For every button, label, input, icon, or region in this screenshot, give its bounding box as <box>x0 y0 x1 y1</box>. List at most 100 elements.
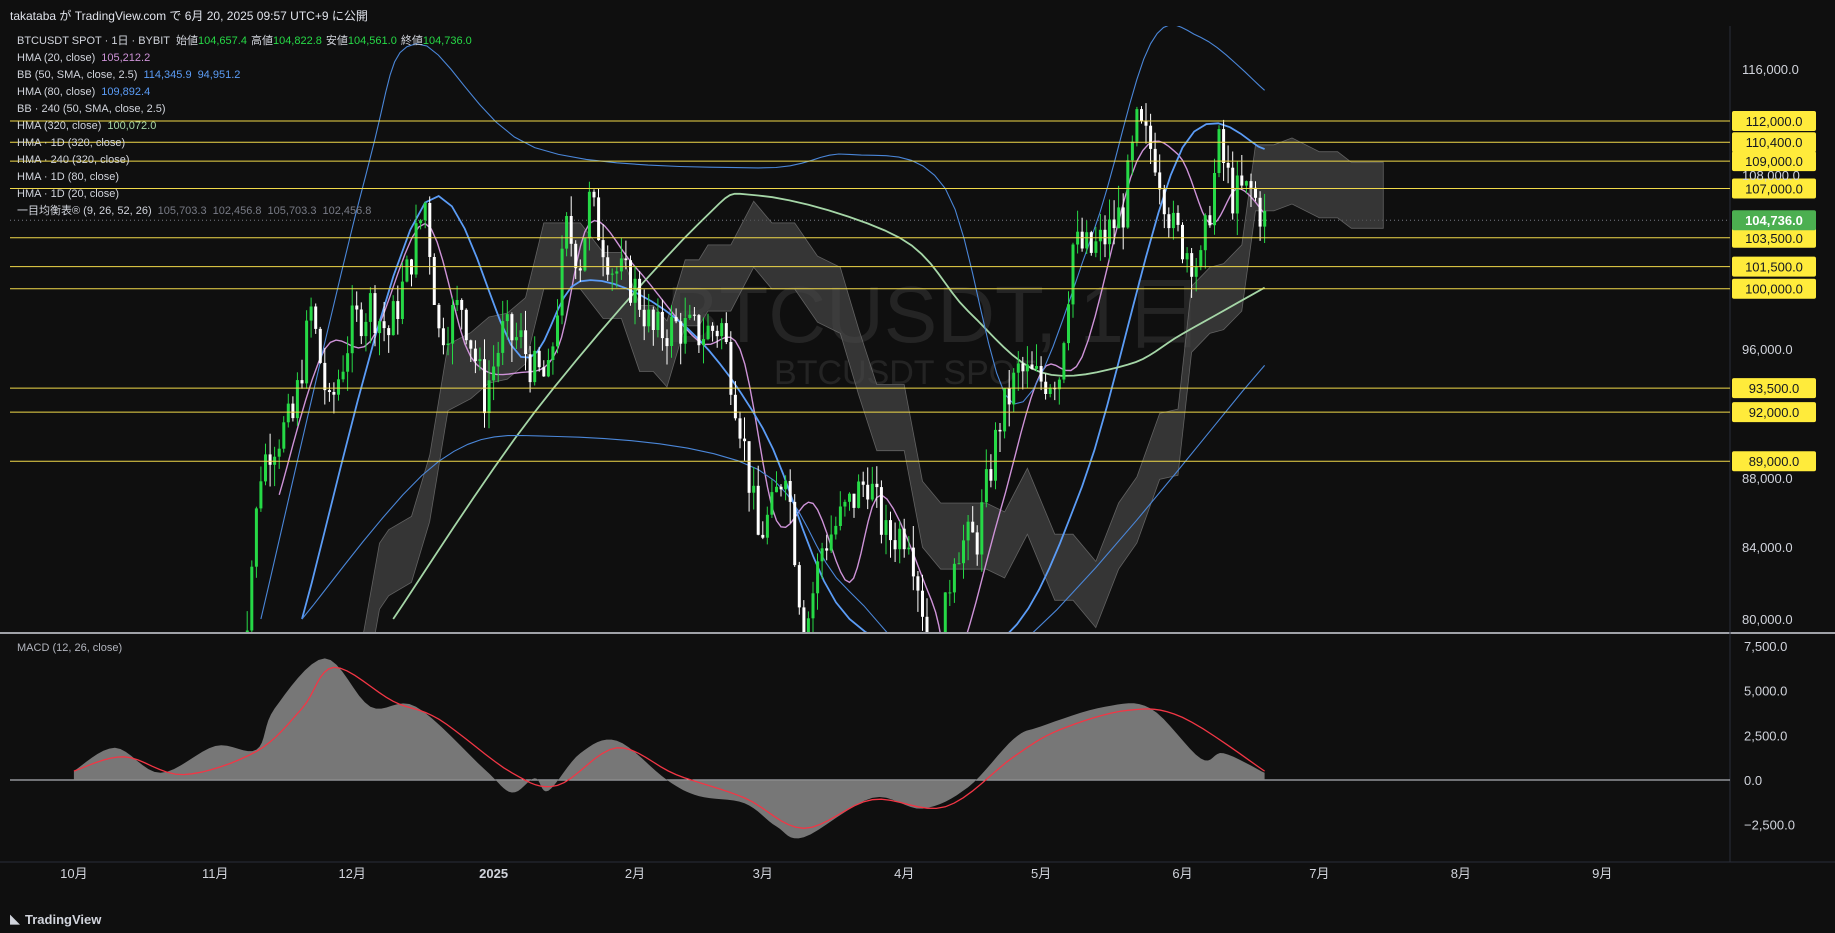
candle-body <box>1213 173 1216 226</box>
candle-body <box>743 438 747 442</box>
candle-body <box>368 293 372 322</box>
candle-body <box>1194 267 1198 277</box>
candle-body <box>902 528 906 550</box>
time-tick[interactable]: 12月 <box>338 866 365 881</box>
candle-body <box>1167 214 1171 229</box>
level-price-text: 101,500.0 <box>1745 260 1803 275</box>
chart-canvas[interactable]: BTCUSDT, 1日 BTCUSDT SPOT 112,000.0110,40… <box>0 0 1835 933</box>
candle-body <box>706 325 710 340</box>
candle-body <box>1140 109 1143 121</box>
candle-body <box>542 367 546 377</box>
candle-body <box>460 300 464 310</box>
legend-symbol: BTCUSDT SPOT · 1日 · BYBIT <box>17 35 170 47</box>
candle-body <box>250 566 254 631</box>
candle-body <box>660 311 664 339</box>
candle-body <box>259 481 263 509</box>
candle-body <box>670 316 674 346</box>
candle-body <box>738 418 742 439</box>
time-tick[interactable]: 3月 <box>753 866 773 881</box>
candle-body <box>1171 212 1175 229</box>
candle-body <box>1121 207 1125 228</box>
candle-body <box>884 520 888 535</box>
candle-body <box>1185 253 1189 260</box>
macd-pane: 7,500.0 5,000.0 2,500.0 0.0 −2,500.0 <box>73 639 1795 839</box>
macd-tick: 7,500.0 <box>1744 639 1787 654</box>
price-tick: 96,000.0 <box>1742 342 1793 357</box>
candle-body <box>1016 363 1020 373</box>
candle-body <box>533 350 537 383</box>
candle-body <box>1181 224 1184 260</box>
candle-body <box>674 316 678 322</box>
candle-body <box>487 380 491 413</box>
candle-body <box>551 346 555 360</box>
candle-body <box>245 630 249 632</box>
candle-body <box>1130 141 1134 161</box>
candle-body <box>1158 172 1162 190</box>
candle-body <box>1126 160 1130 228</box>
level-price-text: 100,000.0 <box>1745 282 1803 297</box>
time-tick[interactable]: 6月 <box>1172 866 1192 881</box>
candle-body <box>432 257 436 305</box>
candle-body <box>587 191 591 239</box>
candle-body <box>638 278 642 310</box>
legend-ohlc-label: 安値 <box>326 33 348 47</box>
candle-body <box>519 330 523 337</box>
indicator-legend: BTCUSDT SPOT · 1日 · BYBIT 始値104,657.4 高値10… <box>17 33 472 217</box>
candle-body <box>875 483 879 488</box>
legend-indicator-row: BB · 240 (50, SMA, close, 2.5) <box>17 103 166 115</box>
candle-body <box>1103 229 1107 245</box>
legend-indicator-name: HMA · 1D (20, close) <box>17 188 119 200</box>
time-tick[interactable]: 2025 <box>479 866 508 881</box>
candle-body <box>834 525 838 535</box>
candle-body <box>642 309 646 327</box>
candle-body <box>733 394 737 419</box>
candle-body <box>952 563 956 593</box>
candle-body <box>820 548 824 562</box>
candle-body <box>505 314 509 322</box>
candle-body <box>1094 241 1098 253</box>
candle-body <box>546 360 550 377</box>
candle-body <box>364 321 368 337</box>
candle-body <box>569 216 573 244</box>
candle-body <box>597 197 601 241</box>
candle-body <box>610 273 614 275</box>
legend-indicator-name: BB (50, SMA, close, 2.5) <box>17 69 137 81</box>
candle-body <box>879 487 883 535</box>
legend-indicator-row: HMA · 1D (320, close) <box>17 137 125 149</box>
candle-body <box>989 469 993 481</box>
candle-body <box>1007 388 1011 405</box>
legend-ohlc-value: 104,561.0 <box>348 35 397 47</box>
candle-body <box>419 220 423 224</box>
time-tick[interactable]: 8月 <box>1451 866 1471 881</box>
macd-tick: 2,500.0 <box>1744 728 1787 743</box>
time-tick[interactable]: 5月 <box>1031 866 1051 881</box>
legend-indicator-name: HMA · 240 (320, close) <box>17 154 130 166</box>
price-tick: 116,000.0 <box>1742 62 1799 77</box>
legend-indicator-value: 105,212.2 <box>101 52 150 64</box>
time-tick[interactable]: 11月 <box>202 866 229 881</box>
candle-body <box>405 259 409 282</box>
candle-body <box>665 338 669 347</box>
time-tick[interactable]: 2月 <box>625 866 645 881</box>
time-tick[interactable]: 9月 <box>1592 866 1612 881</box>
candle-body <box>327 390 331 392</box>
candle-body <box>1108 219 1111 245</box>
candle-body <box>765 514 769 538</box>
time-tick[interactable]: 10月 <box>60 866 87 881</box>
legend-indicator-row: HMA · 1D (80, close) <box>17 171 119 183</box>
candle-body <box>966 521 970 541</box>
candle-body <box>1112 219 1116 229</box>
candle-body <box>688 314 692 318</box>
macd-tick: −2,500.0 <box>1744 818 1795 833</box>
time-tick[interactable]: 7月 <box>1309 866 1329 881</box>
candle-body <box>264 454 267 482</box>
time-axis[interactable]: 10月 11月 12月 2025 2月 3月 4月 5月 6月 7月 8月 9月 <box>60 866 1612 881</box>
candle-body <box>382 321 386 329</box>
time-tick[interactable]: 4月 <box>894 866 914 881</box>
legend-ohlc-label: 始値 <box>176 33 198 47</box>
current-price-text: 104,736.0 <box>1745 213 1803 228</box>
candle-body <box>300 380 304 384</box>
candle-body <box>469 340 473 349</box>
candle-body <box>1067 304 1070 344</box>
candle-body <box>656 311 660 330</box>
